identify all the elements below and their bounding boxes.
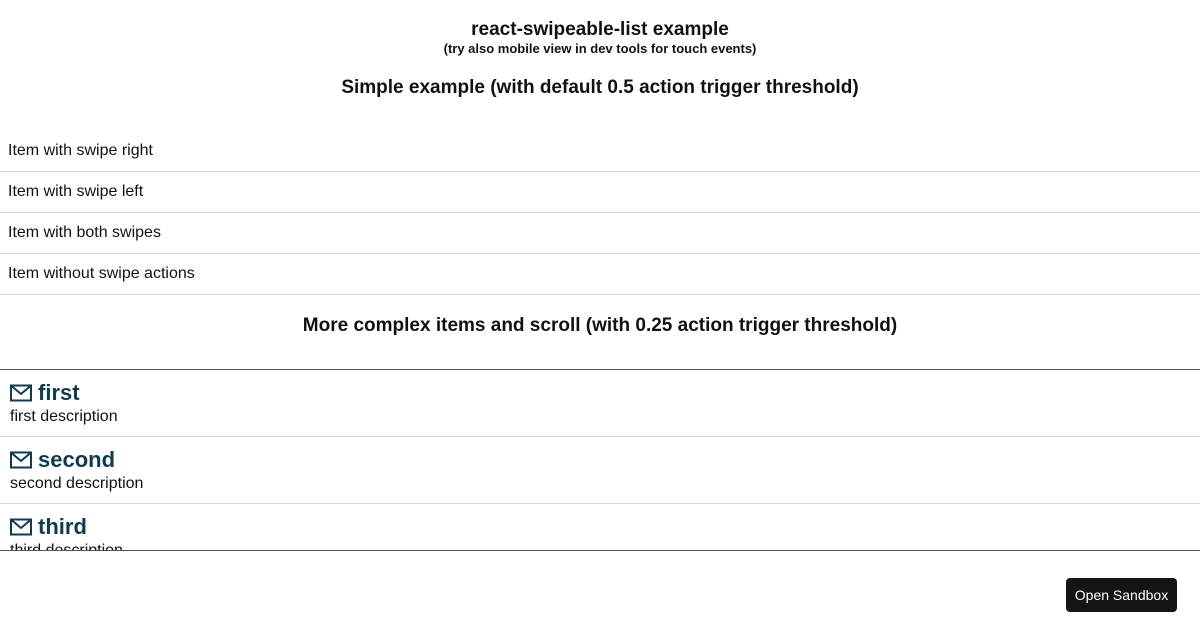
- complex-list-item-first[interactable]: first first description: [0, 370, 1200, 437]
- page-title: react-swipeable-list example: [471, 19, 729, 40]
- complex-swipeable-list[interactable]: first first description second second de…: [0, 369, 1200, 551]
- page: react-swipeable-list example (try also m…: [0, 0, 1200, 630]
- item-name: second: [38, 447, 116, 472]
- item-description: second description: [10, 475, 144, 492]
- item-name: first: [38, 380, 80, 405]
- list-item-swipe-right[interactable]: Item with swipe right: [0, 131, 1200, 172]
- simple-section-heading: Simple example (with default 0.5 action …: [341, 77, 859, 98]
- item-name: third: [38, 514, 87, 539]
- mail-icon: [10, 451, 32, 469]
- complex-section-heading: More complex items and scroll (with 0.25…: [302, 315, 898, 336]
- list-item-no-swipe[interactable]: Item without swipe actions: [0, 254, 1200, 295]
- item-description: third description: [10, 542, 123, 551]
- mail-icon: [10, 384, 32, 402]
- page-subtitle: (try also mobile view in dev tools for t…: [443, 41, 757, 56]
- simple-swipeable-list: Item with swipe right Item with swipe le…: [0, 131, 1200, 295]
- complex-list-item-third[interactable]: third third description: [0, 504, 1200, 551]
- complex-list-item-second[interactable]: second second description: [0, 437, 1200, 504]
- list-item-both-swipes[interactable]: Item with both swipes: [0, 213, 1200, 254]
- item-description: first description: [10, 408, 118, 425]
- mail-icon: [10, 518, 32, 536]
- open-sandbox-button[interactable]: Open Sandbox: [1066, 578, 1177, 612]
- list-item-swipe-left[interactable]: Item with swipe left: [0, 172, 1200, 213]
